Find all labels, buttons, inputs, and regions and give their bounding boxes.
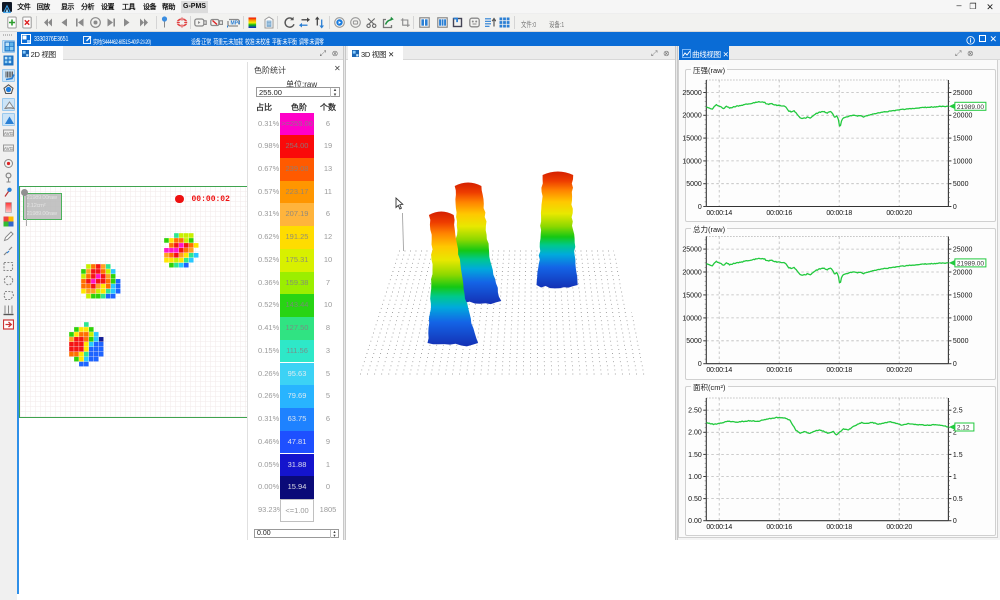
svg-text:21989.00: 21989.00	[957, 260, 984, 267]
svg-text:1.00: 1.00	[688, 474, 702, 481]
svg-text:0: 0	[953, 518, 957, 525]
svg-text:5000: 5000	[686, 181, 702, 188]
svg-text:15000: 15000	[953, 292, 973, 299]
svg-text:1.5: 1.5	[953, 452, 963, 459]
svg-text:0: 0	[953, 361, 957, 368]
svg-text:1: 1	[953, 474, 957, 481]
svg-text:00:00:18: 00:00:18	[826, 524, 852, 531]
svg-text:25000: 25000	[682, 90, 702, 97]
svg-text:5000: 5000	[686, 338, 702, 345]
svg-text:2.5: 2.5	[953, 408, 963, 415]
svg-text:5000: 5000	[953, 338, 969, 345]
svg-text:0.00: 0.00	[688, 518, 702, 525]
svg-text:00:00:16: 00:00:16	[766, 210, 792, 217]
svg-text:MP4: MP4	[231, 21, 241, 27]
svg-text:00:00:14: 00:00:14	[706, 524, 732, 531]
svg-text:20000: 20000	[682, 113, 702, 120]
svg-text:10000: 10000	[953, 315, 973, 322]
svg-text:AVG: AVG	[3, 146, 13, 151]
svg-text:00:00:16: 00:00:16	[766, 524, 792, 531]
svg-text:00:00:14: 00:00:14	[706, 210, 732, 217]
svg-text:00:00:18: 00:00:18	[826, 210, 852, 217]
svg-text:10000: 10000	[682, 315, 702, 322]
svg-text:2.00: 2.00	[688, 430, 702, 437]
svg-text:00:00:14: 00:00:14	[706, 367, 732, 374]
svg-text:2.12: 2.12	[957, 425, 970, 432]
svg-text:00:00:20: 00:00:20	[886, 524, 912, 531]
svg-text:1.50: 1.50	[688, 452, 702, 459]
svg-text:21989.00: 21989.00	[957, 104, 984, 111]
svg-text:0: 0	[698, 361, 702, 368]
svg-text:15000: 15000	[682, 292, 702, 299]
svg-text:25000: 25000	[953, 90, 973, 97]
svg-text:10000: 10000	[953, 158, 973, 165]
svg-text:AVG: AVG	[3, 131, 13, 136]
svg-text:00:00:20: 00:00:20	[886, 367, 912, 374]
svg-text:25000: 25000	[682, 247, 702, 254]
svg-text:5000: 5000	[953, 181, 969, 188]
svg-text:00:00:20: 00:00:20	[886, 210, 912, 217]
svg-text:15000: 15000	[682, 136, 702, 143]
svg-text:25000: 25000	[953, 247, 973, 254]
svg-text:2.50: 2.50	[688, 408, 702, 415]
svg-text:20000: 20000	[682, 269, 702, 276]
svg-text:0: 0	[953, 204, 957, 211]
svg-text:20000: 20000	[953, 269, 973, 276]
svg-text:0: 0	[698, 204, 702, 211]
svg-text:10000: 10000	[682, 158, 702, 165]
svg-text:00:00:16: 00:00:16	[766, 367, 792, 374]
svg-text:20000: 20000	[953, 113, 973, 120]
svg-text:0.5: 0.5	[953, 496, 963, 503]
svg-text:15000: 15000	[953, 136, 973, 143]
svg-text:00:00:18: 00:00:18	[826, 367, 852, 374]
svg-text:0.50: 0.50	[688, 496, 702, 503]
